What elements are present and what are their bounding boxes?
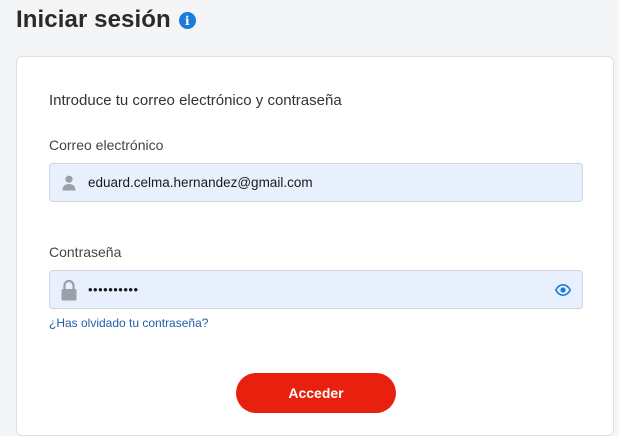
password-label: Contraseña: [49, 244, 122, 260]
info-icon[interactable]: i: [178, 12, 196, 29]
eye-icon[interactable]: [544, 283, 582, 296]
forgot-password-link[interactable]: ¿Has olvidado tu contraseña?: [49, 316, 208, 330]
login-card: Introduce tu correo electrónico y contra…: [16, 56, 614, 436]
password-value[interactable]: ••••••••••: [88, 282, 544, 297]
submit-button[interactable]: Acceder: [236, 373, 396, 413]
email-label: Correo electrónico: [49, 137, 164, 153]
email-value[interactable]: eduard.celma.hernandez@gmail.com: [88, 175, 582, 190]
lock-icon: [50, 279, 88, 301]
email-field[interactable]: eduard.celma.hernandez@gmail.com: [49, 163, 583, 202]
login-intro-text: Introduce tu correo electrónico y contra…: [49, 92, 342, 109]
page-header: Iniciar sesión i: [16, 4, 196, 36]
page-title: Iniciar sesión: [16, 6, 171, 33]
password-field[interactable]: ••••••••••: [49, 270, 583, 309]
user-icon: [50, 175, 88, 191]
